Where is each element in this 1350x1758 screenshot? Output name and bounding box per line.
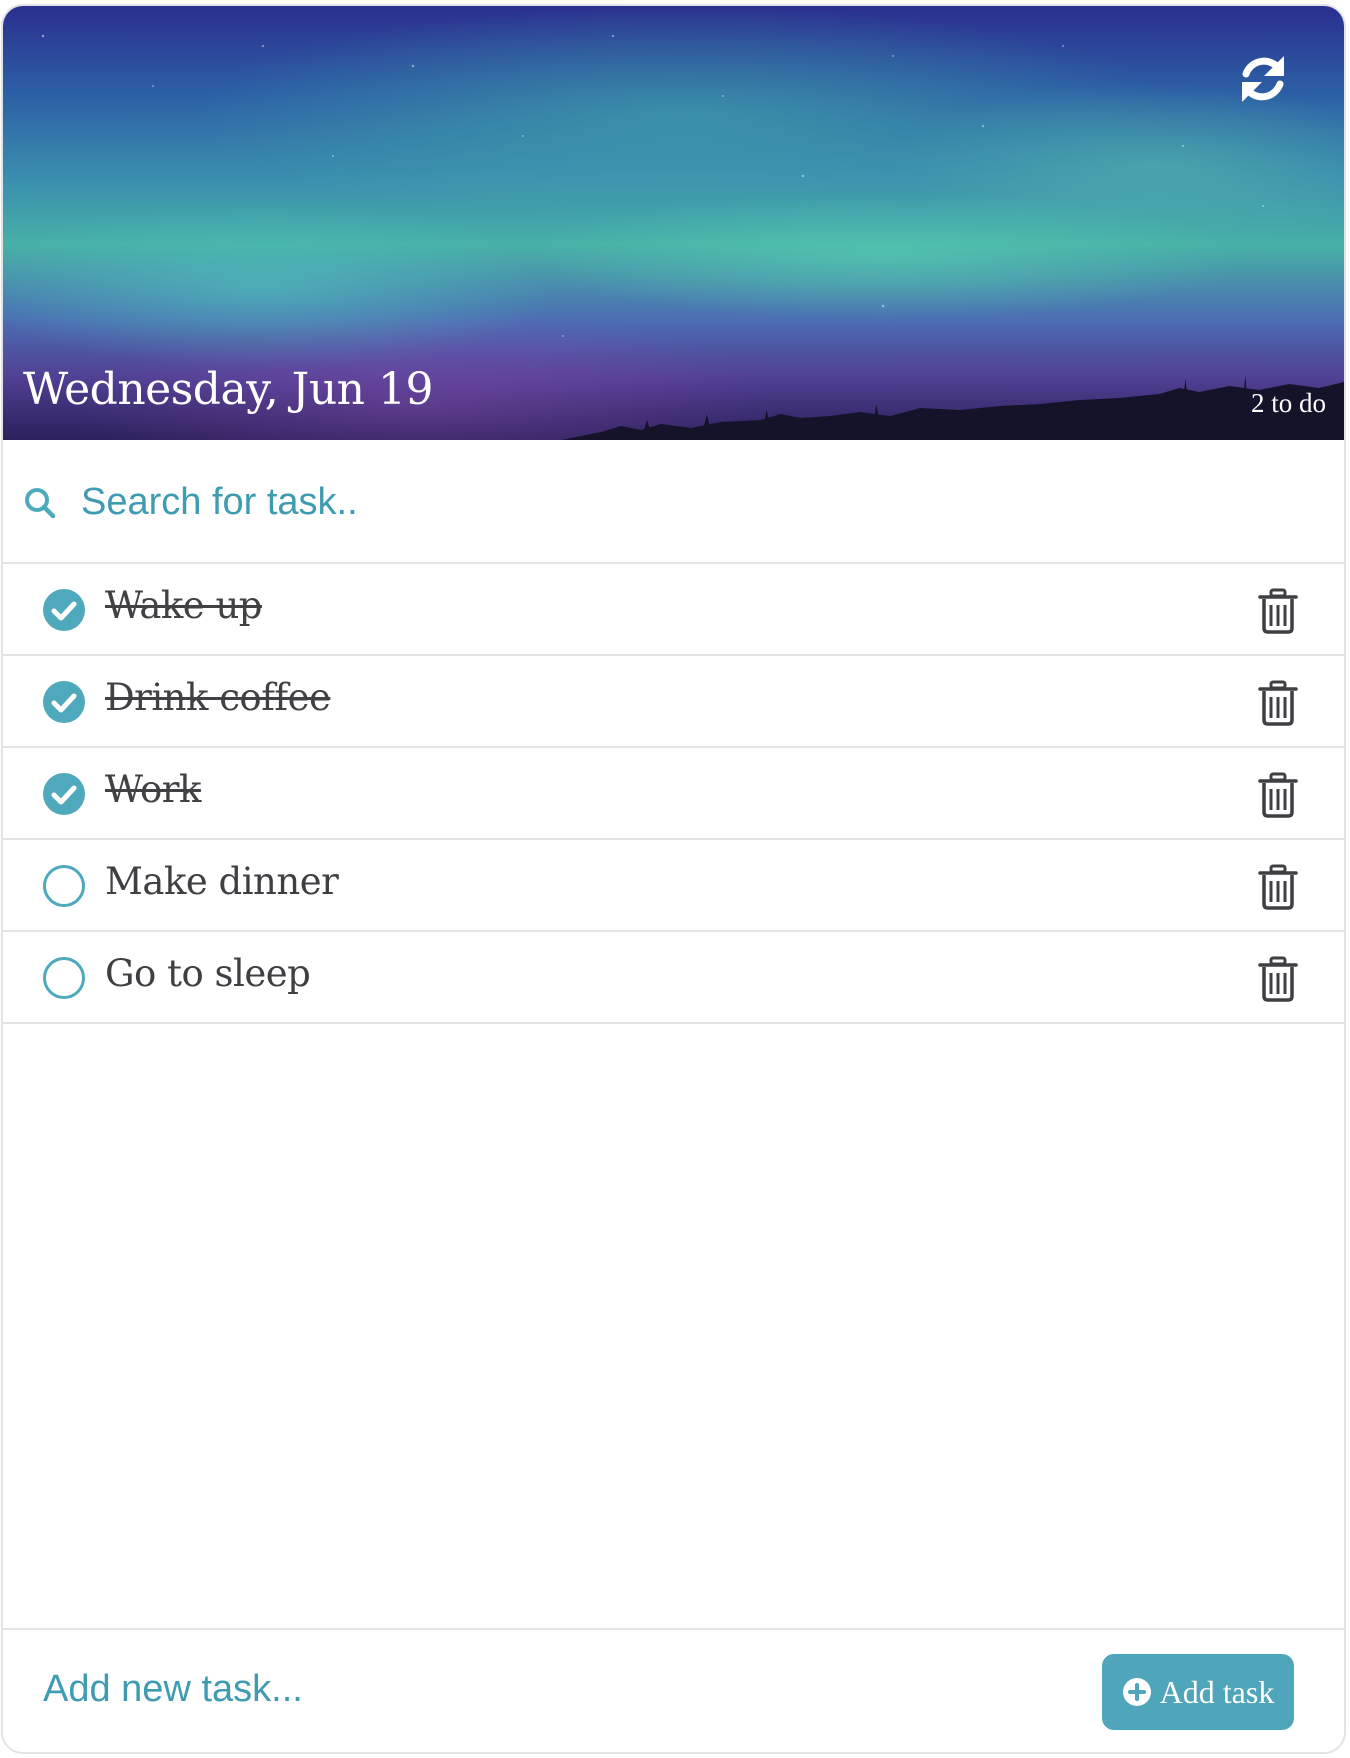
task-label: Go to sleep [105,952,311,995]
task-checkbox-unchecked[interactable] [43,865,85,907]
refresh-icon [1242,56,1284,102]
trash-icon[interactable] [1258,772,1298,818]
task-checkbox-checked[interactable] [43,681,85,723]
task-list: Wake up Drink coffee Work Make dinner Go… [3,564,1344,1024]
refresh-button[interactable] [1234,50,1292,108]
check-icon [51,693,77,713]
plus-circle-icon [1122,1678,1151,1706]
trash-icon[interactable] [1258,588,1298,634]
todo-card: Wednesday, Jun 19 2 to do Wake up [1,4,1346,1754]
task-item: Go to sleep [3,932,1344,1024]
task-checkbox-checked[interactable] [43,589,85,631]
search-bar [3,442,1344,564]
search-icon [25,488,56,519]
task-checkbox-checked[interactable] [43,773,85,815]
page-title: Wednesday, Jun 19 [23,364,433,415]
todo-count: 2 to do [1250,388,1326,418]
task-label: Drink coffee [105,676,331,719]
add-task-bar: Add task [3,1628,1344,1752]
search-input[interactable] [81,472,1261,532]
trash-icon[interactable] [1258,864,1298,910]
add-task-button-label: Add task [1159,1673,1275,1710]
trash-icon[interactable] [1258,956,1298,1002]
new-task-input[interactable] [43,1660,943,1718]
task-checkbox-unchecked[interactable] [43,957,85,999]
check-icon [51,601,77,621]
task-item: Wake up [3,564,1344,656]
trash-icon[interactable] [1258,680,1298,726]
task-item: Drink coffee [3,656,1344,748]
task-item: Make dinner [3,840,1344,932]
task-label: Wake up [105,584,262,627]
task-label: Work [105,768,201,811]
header-banner: Wednesday, Jun 19 2 to do [3,6,1344,440]
add-task-button[interactable]: Add task [1102,1654,1294,1730]
task-label: Make dinner [105,860,339,903]
check-icon [51,785,77,805]
task-item: Work [3,748,1344,840]
